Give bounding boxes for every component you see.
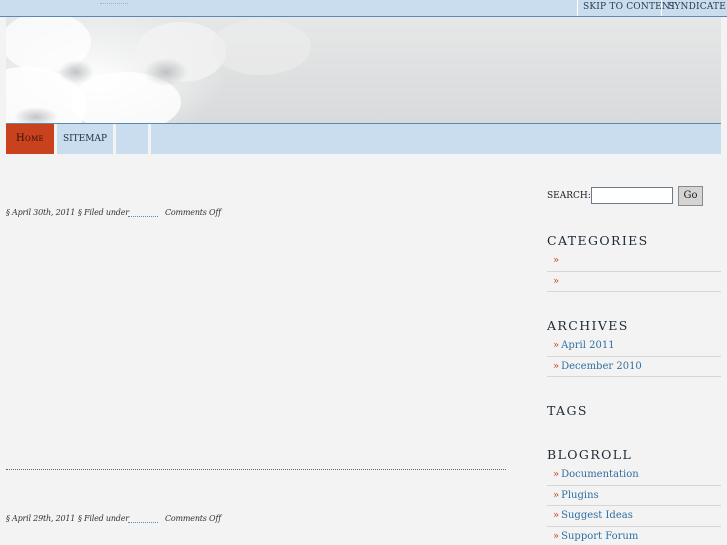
archive-link-label: December 2010 (561, 360, 642, 372)
section-mark-icon: § (6, 208, 10, 217)
post-date: April 29th, 2011 (12, 514, 76, 523)
bullet-arrow-icon: » (553, 340, 560, 351)
bullet-arrow-icon: » (553, 530, 560, 542)
categories-heading: Categories (547, 233, 649, 248)
archives-heading: Archives (547, 318, 629, 333)
nav-empty-tab[interactable] (116, 124, 148, 154)
top-separator (661, 0, 662, 16)
top-separator (577, 0, 578, 16)
blogroll-link-label: Plugins (561, 489, 599, 501)
bullet-arrow-icon: » (553, 275, 560, 287)
archive-link-label: April 2011 (561, 340, 615, 351)
list-item[interactable]: » Suggest Ideas (547, 506, 721, 527)
syndicate-link[interactable]: Syndicate (668, 0, 726, 16)
comments-status: Comments Off (165, 208, 221, 217)
nav-divider (148, 124, 151, 154)
categories-list: » » (547, 251, 721, 292)
flower-header-graphic (6, 17, 311, 123)
nav-home-tab[interactable]: Home (6, 124, 54, 154)
list-item[interactable]: » April 2011 (547, 336, 721, 357)
list-item[interactable]: » Support Forum (547, 527, 721, 545)
skip-to-content-link[interactable]: Skip to Content (583, 0, 676, 16)
bullet-arrow-icon: » (553, 489, 560, 501)
filed-under-label: Filed under (84, 514, 129, 523)
list-item[interactable]: » Plugins (547, 486, 721, 506)
list-item[interactable]: » Documentation (547, 465, 721, 486)
blogroll-link-label: Suggest Ideas (561, 510, 633, 521)
bullet-arrow-icon: » (553, 360, 560, 372)
comments-status: Comments Off (165, 514, 221, 523)
bullet-arrow-icon: » (553, 469, 560, 480)
filed-under-label: Filed under (84, 208, 129, 217)
header-banner-image (6, 17, 721, 124)
search-go-button[interactable]: Go (678, 186, 703, 206)
section-mark-icon: § (6, 514, 10, 523)
tags-heading: Tags (547, 403, 588, 418)
nav-sitemap-tab[interactable]: Sitemap (57, 124, 113, 154)
blogroll-link-label: Documentation (561, 469, 639, 480)
archives-list: » April 2011 » December 2010 (547, 336, 721, 377)
site-title-link[interactable] (100, 0, 128, 4)
post-divider (6, 469, 506, 470)
blogroll-list: » Documentation » Plugins » Suggest Ideas »… (547, 465, 721, 545)
main-navigation: Home Sitemap (6, 124, 721, 154)
list-item[interactable]: » (547, 272, 721, 292)
search-input[interactable] (591, 187, 673, 204)
blogroll-link-label: Support Forum (561, 530, 639, 542)
search-label: Search: (547, 191, 591, 201)
section-mark-icon: § (78, 514, 82, 523)
top-bar: Skip to Content Syndicate (0, 0, 727, 17)
bullet-arrow-icon: » (553, 255, 560, 266)
blogroll-heading: Blogroll (547, 447, 633, 462)
list-item[interactable]: » December 2010 (547, 357, 721, 377)
section-mark-icon: § (78, 208, 82, 217)
bullet-arrow-icon: » (553, 510, 560, 521)
post-date: April 30th, 2011 (12, 208, 76, 217)
list-item[interactable]: » (547, 251, 721, 272)
